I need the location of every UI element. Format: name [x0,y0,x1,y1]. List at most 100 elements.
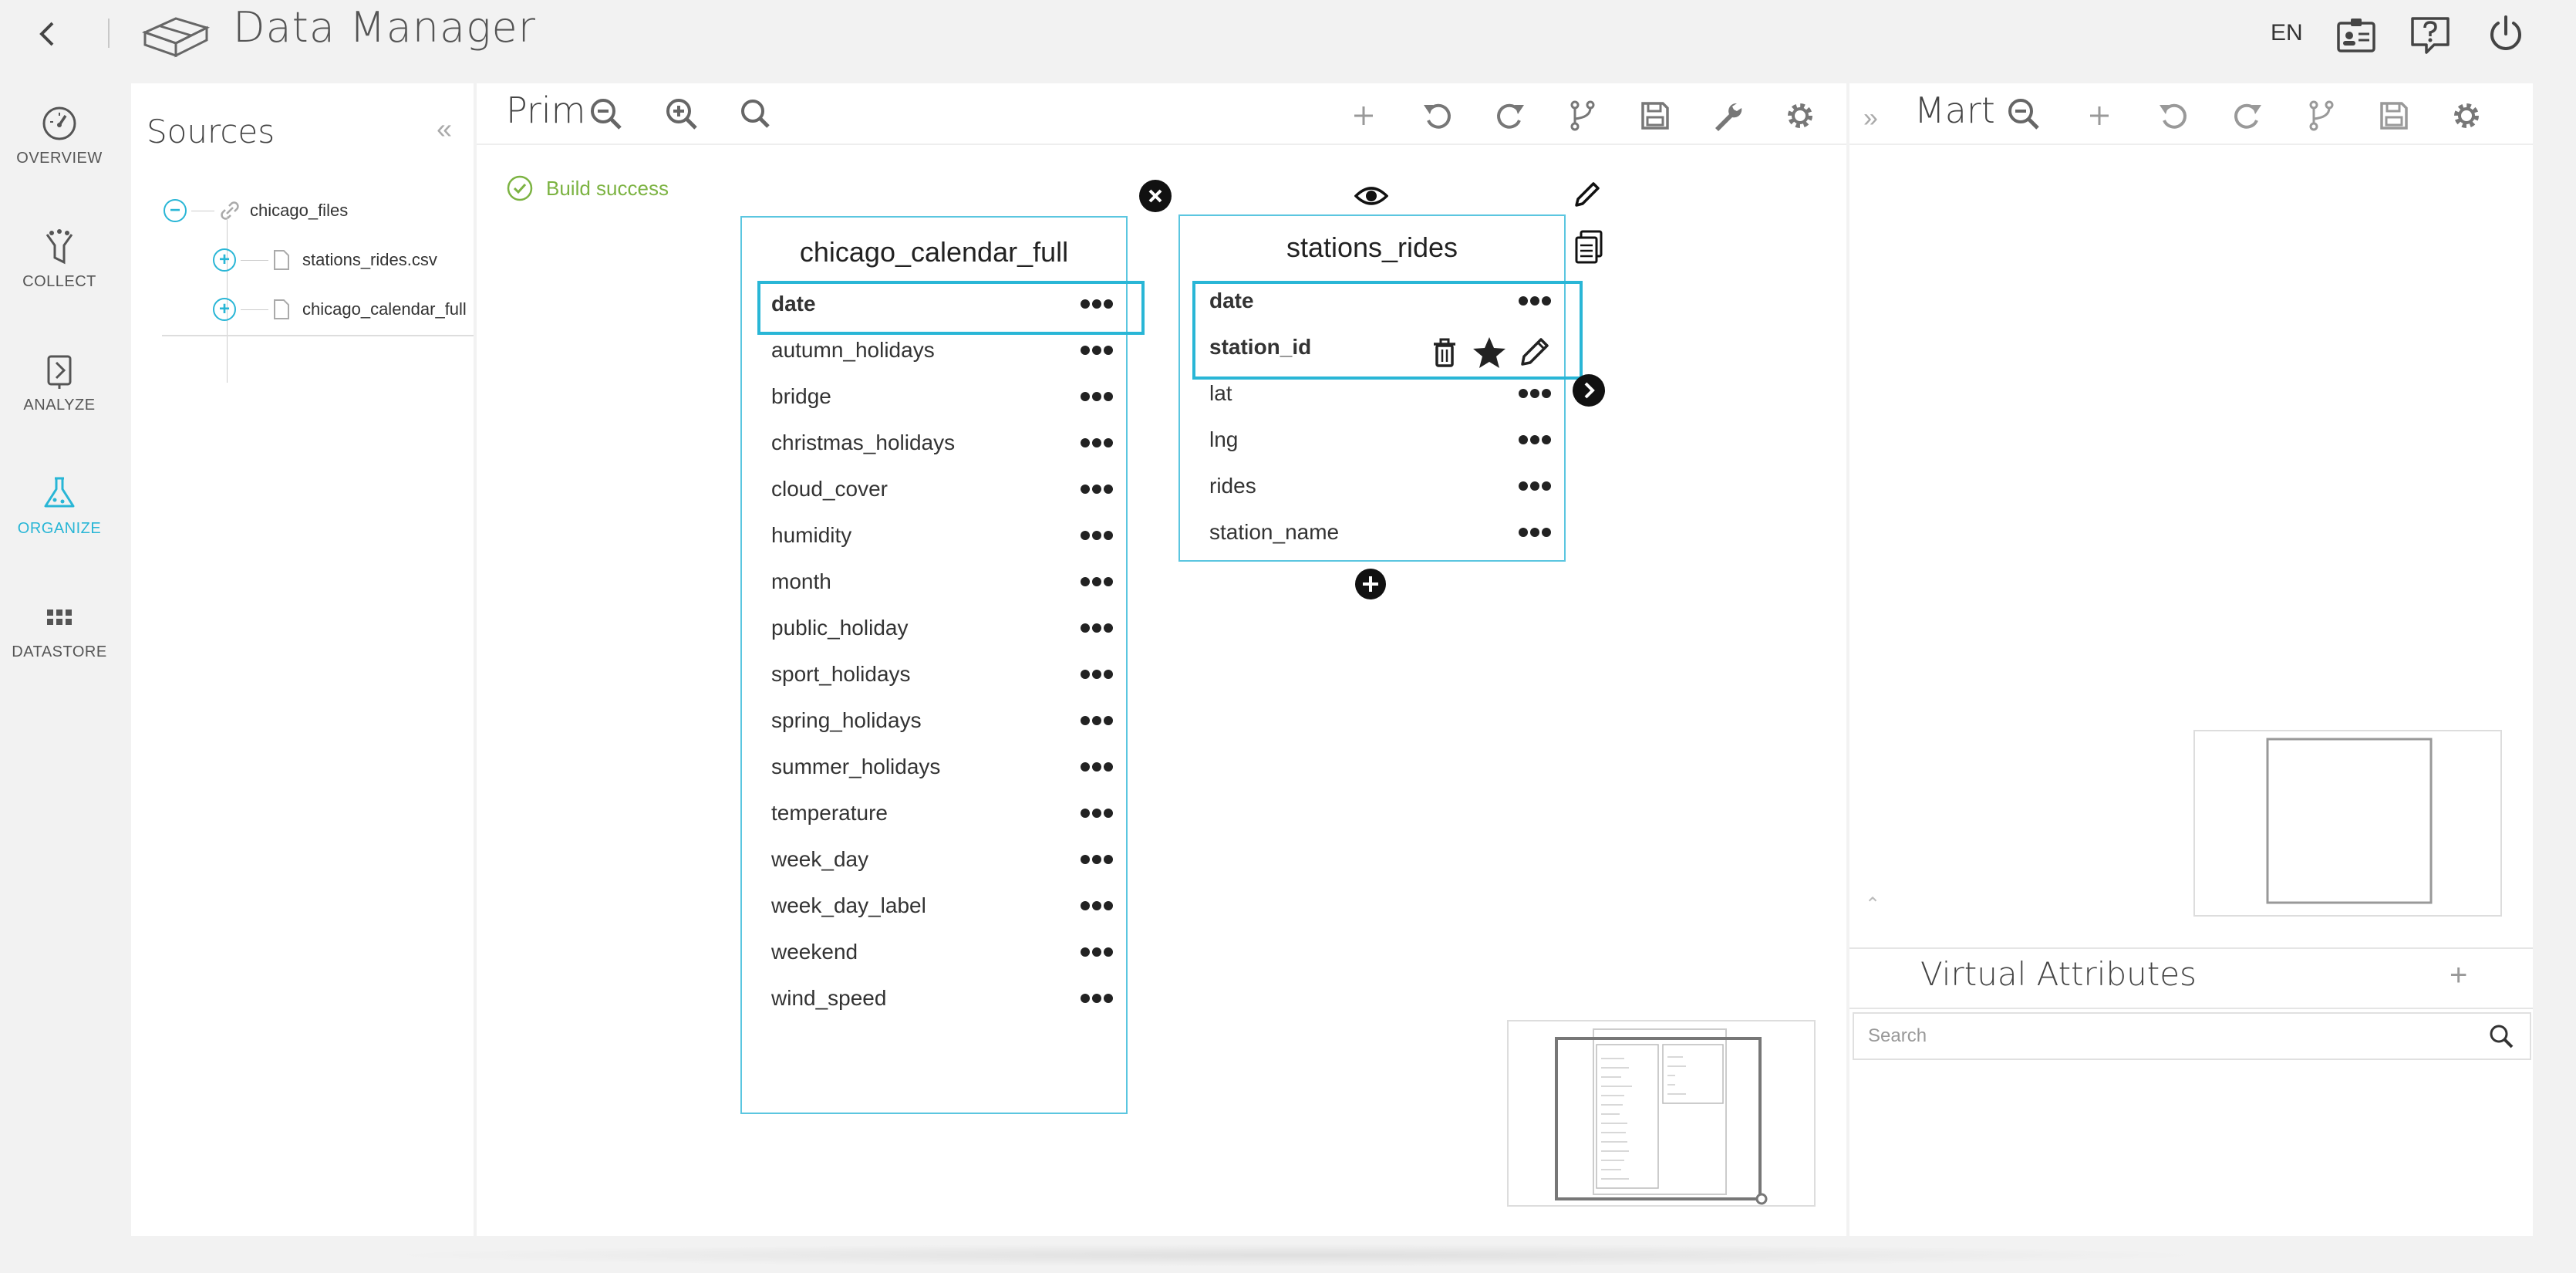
table-card-chicago-calendar-full[interactable]: chicago_calendar_full date autumn_holiday… [740,216,1128,1114]
attribute-row[interactable]: month [742,559,1126,605]
save-icon[interactable] [1635,96,1675,136]
pencil-icon[interactable] [1572,179,1603,210]
undo-icon[interactable] [2153,96,2193,136]
more-options-icon[interactable] [1080,530,1114,541]
search-icon[interactable] [736,94,776,134]
more-options-icon[interactable] [1080,391,1114,402]
attribute-row[interactable]: date [742,281,1126,327]
attribute-row[interactable]: weekend [742,929,1126,975]
pencil-icon[interactable] [1516,335,1552,370]
branch-icon[interactable] [2301,96,2342,136]
zoom-out-icon[interactable] [586,94,626,134]
more-options-icon[interactable] [1080,715,1114,726]
gear-icon[interactable] [2446,96,2487,136]
next-arrow-icon[interactable] [1572,373,1606,407]
tree-node-stations-rides[interactable]: + stations_rides.csv [213,248,437,272]
attribute-row[interactable]: bridge [742,373,1126,420]
more-options-icon[interactable] [1080,947,1114,957]
nav-item-analyze[interactable]: ANALYZE [0,327,119,420]
double-chevron-left-icon[interactable]: « [437,113,452,145]
more-options-icon[interactable] [1080,345,1114,356]
more-options-icon[interactable] [1080,761,1114,772]
attribute-row[interactable]: station_name [1180,509,1564,555]
plus-icon[interactable]: + [2450,958,2467,993]
more-options-icon[interactable] [1518,527,1552,538]
undo-icon[interactable] [1418,96,1458,136]
tree-node-chicago-files[interactable]: − chicago_files [164,199,348,222]
search-icon[interactable] [2487,1021,2516,1051]
scroll-up-icon[interactable]: ⌃ [1865,893,1880,916]
attribute-row[interactable]: date [1180,278,1564,324]
more-options-icon[interactable] [1080,623,1114,633]
mart-minimap[interactable] [2193,730,2502,917]
attribute-row[interactable]: autumn_holidays [742,327,1126,373]
more-options-icon[interactable] [1080,854,1114,865]
attribute-row[interactable]: spring_holidays [742,697,1126,744]
more-options-icon[interactable] [1080,437,1114,448]
logout-button[interactable] [2483,12,2528,57]
more-options-icon[interactable] [1518,388,1552,399]
nav-item-organize[interactable]: ORGANIZE [0,451,119,543]
language-selector[interactable]: EN [2271,20,2303,46]
attribute-row[interactable]: summer_holidays [742,744,1126,790]
more-options-icon[interactable] [1080,900,1114,911]
attribute-name: weekend [771,940,858,964]
profile-button[interactable] [2334,12,2379,57]
search-input[interactable] [1854,1014,2487,1059]
collapse-toggle[interactable]: − [164,199,187,222]
trash-icon[interactable] [1427,335,1462,370]
star-icon[interactable] [1472,335,1507,370]
more-options-icon[interactable] [1080,993,1114,1004]
more-options-icon[interactable] [1080,808,1114,819]
more-options-icon[interactable] [1080,576,1114,587]
save-icon[interactable] [2374,96,2414,136]
expand-toggle[interactable]: + [213,248,236,272]
top-divider [108,19,110,48]
attribute-row[interactable]: temperature [742,790,1126,836]
back-button[interactable] [31,17,65,51]
gear-icon[interactable] [1780,96,1820,136]
attribute-row[interactable]: lng [1180,417,1564,463]
zoom-out-icon[interactable] [2004,94,2044,134]
table-card-stations-rides[interactable]: stations_rides date station_id lat lng rides… [1178,214,1566,562]
eye-icon[interactable] [1354,182,1388,210]
attribute-name: date [1209,289,1254,312]
document-icon[interactable] [1573,230,1604,265]
add-circle-icon[interactable] [1354,568,1387,600]
nav-item-datastore[interactable]: DATASTORE [0,574,119,667]
canvas-minimap[interactable] [1507,1020,1816,1207]
attribute-row[interactable]: week_day [742,836,1126,883]
more-options-icon[interactable] [1518,295,1552,306]
branch-icon[interactable] [1563,96,1603,136]
more-options-icon[interactable] [1080,484,1114,495]
attribute-row[interactable]: cloud_cover [742,466,1126,512]
attribute-row[interactable]: rides [1180,463,1564,509]
double-chevron-right-icon[interactable]: » [1863,103,1878,133]
table-title: chicago_calendar_full [799,236,1069,268]
attribute-row[interactable]: sport_holidays [742,651,1126,697]
add-icon[interactable] [2079,96,2119,136]
nav-item-collect[interactable]: COLLECT [0,204,119,296]
redo-icon[interactable] [1490,96,1530,136]
attribute-row[interactable]: week_day_label [742,883,1126,929]
attribute-row[interactable]: humidity [742,512,1126,559]
tree-node-chicago-calendar-full[interactable]: + chicago_calendar_full [213,298,467,321]
add-icon[interactable] [1344,96,1384,136]
attribute-name: cloud_cover [771,477,888,501]
attribute-row[interactable]: christmas_holidays [742,420,1126,466]
attribute-row[interactable]: public_holiday [742,605,1126,651]
nav-item-overview[interactable]: OVERVIEW [0,80,119,173]
help-button[interactable] [2408,12,2453,57]
more-options-icon[interactable] [1518,481,1552,491]
attribute-row[interactable]: lat [1180,370,1564,417]
more-options-icon[interactable] [1080,299,1114,309]
more-options-icon[interactable] [1080,669,1114,680]
attribute-row[interactable]: wind_speed [742,975,1126,1021]
expand-toggle[interactable]: + [213,298,236,321]
close-icon[interactable] [1138,179,1172,213]
redo-icon[interactable] [2227,96,2267,136]
id-badge-icon [2337,19,2375,52]
more-options-icon[interactable] [1518,434,1552,445]
zoom-in-icon[interactable] [662,94,702,134]
wrench-icon[interactable] [1708,96,1748,136]
